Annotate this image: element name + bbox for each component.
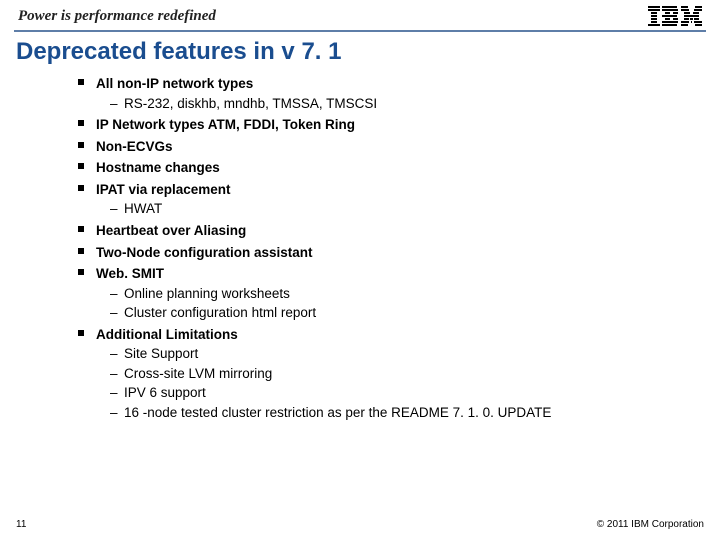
slide-title: Deprecated features in v 7. 1 [0, 38, 720, 72]
sub-list-item: IPV 6 support [110, 383, 660, 403]
sub-list-item: Online planning worksheets [110, 284, 660, 304]
list-item-text: Heartbeat over Aliasing [96, 223, 246, 238]
list-item-text: Additional Limitations [96, 327, 238, 342]
slide-footer: 11 © 2011 IBM Corporation [0, 519, 720, 530]
list-item: IP Network types ATM, FDDI, Token Ring [78, 115, 660, 135]
list-item-text: All non-IP network types [96, 76, 253, 91]
copyright: © 2011 IBM Corporation [597, 519, 704, 530]
ibm-logo-icon [648, 6, 702, 26]
list-item: Hostname changes [78, 158, 660, 178]
list-item: Heartbeat over Aliasing [78, 221, 660, 241]
list-item: Non-ECVGs [78, 137, 660, 157]
sub-list: HWAT [110, 199, 660, 219]
sub-list: RS-232, diskhb, mndhb, TMSSA, TMSCSI [110, 94, 660, 114]
sub-list: Site SupportCross-site LVM mirroringIPV … [110, 344, 660, 422]
page-number: 11 [16, 519, 26, 530]
bullet-list: All non-IP network types RS-232, diskhb, … [78, 74, 660, 423]
list-item-text: Hostname changes [96, 160, 220, 175]
slide-header: Power is performance redefined [0, 0, 720, 29]
sub-list-item: Cluster configuration html report [110, 303, 660, 323]
list-item: All non-IP network types RS-232, diskhb, … [78, 74, 660, 113]
sub-list: Online planning worksheetsCluster config… [110, 284, 660, 323]
header-divider [14, 30, 706, 32]
list-item: IPAT via replacement HWAT [78, 180, 660, 219]
sub-list-item: RS-232, diskhb, mndhb, TMSSA, TMSCSI [110, 94, 660, 114]
sub-list-item: Cross-site LVM mirroring [110, 364, 660, 384]
list-item-text: IPAT via replacement [96, 182, 231, 197]
list-item: Additional Limitations Site SupportCross-… [78, 325, 660, 423]
sub-list-item: HWAT [110, 199, 660, 219]
list-item: Web. SMIT Online planning worksheetsClust… [78, 264, 660, 323]
list-item-text: Two-Node configuration assistant [96, 245, 313, 260]
tagline: Power is performance redefined [18, 8, 216, 25]
list-item-text: Non-ECVGs [96, 139, 173, 154]
list-item-text: Web. SMIT [96, 266, 164, 281]
sub-list-item: 16 -node tested cluster restriction as p… [110, 403, 660, 423]
list-item: Two-Node configuration assistant [78, 243, 660, 263]
list-item-text: IP Network types ATM, FDDI, Token Ring [96, 117, 355, 132]
sub-list-item: Site Support [110, 344, 660, 364]
slide-body: All non-IP network types RS-232, diskhb, … [0, 72, 720, 423]
